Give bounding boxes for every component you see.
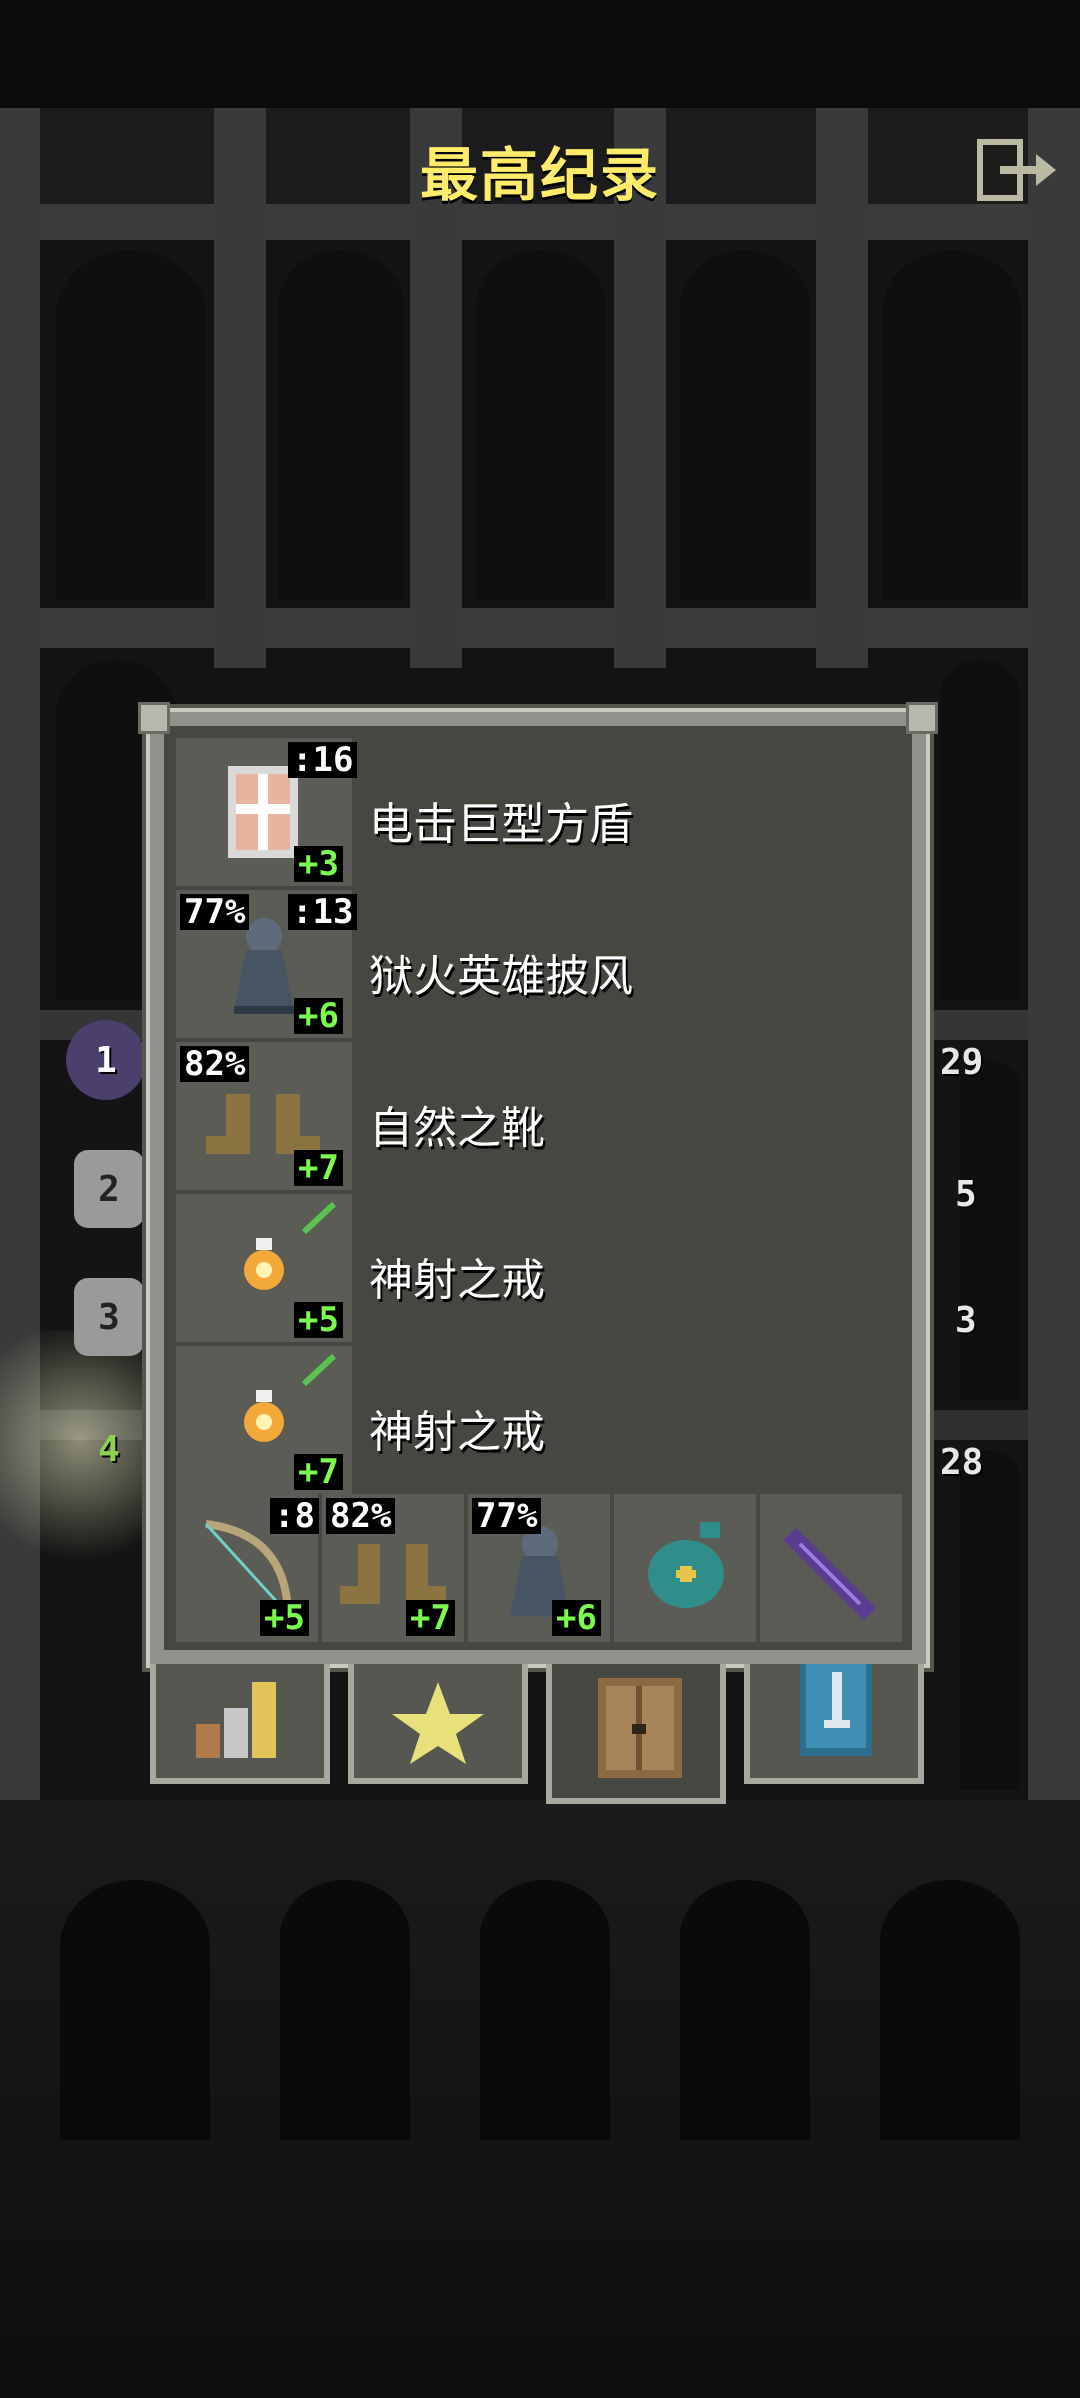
upgrade-level: +7 [406, 1600, 455, 1636]
star-icon [392, 1682, 484, 1764]
item-name: 神射之戒 [369, 1255, 545, 1306]
upgrade-level: +6 [294, 998, 343, 1034]
strength-req: :8 [270, 1498, 319, 1534]
identify-progress: 82% [180, 1046, 250, 1082]
item-row-1[interactable]: :16 +3 电击巨型方盾 [176, 738, 912, 888]
rank-badge-3[interactable]: 3 [74, 1278, 144, 1356]
item-row-3[interactable]: 82% +7 自然之靴 [176, 1042, 912, 1192]
item-row-2[interactable]: 77% :13 +6 狱火英雄披风 [176, 890, 912, 1040]
right-badge-3: 3 [955, 1300, 977, 1341]
items-tab[interactable] [546, 1664, 726, 1804]
item-slot[interactable]: +5 [176, 1194, 352, 1342]
identify-progress: 82% [326, 1498, 396, 1534]
strength-req: :16 [288, 742, 358, 778]
backpack-icon [598, 1678, 682, 1778]
badges-tab[interactable] [348, 1664, 528, 1784]
quickslot-2[interactable]: 82% +7 [322, 1494, 464, 1642]
seed-pouch-icon [648, 1522, 724, 1608]
exit-button[interactable] [976, 138, 1060, 202]
item-name: 狱火英雄披风 [369, 951, 633, 1002]
upgrade-level: +3 [294, 846, 343, 882]
bar-chart-icon [196, 1682, 276, 1758]
quickslot-bar: :8 +5 82% +7 77% +6 [176, 1494, 904, 1642]
page-title: 最高纪录 [419, 141, 660, 209]
rank-badge-1[interactable]: 1 [66, 1020, 146, 1100]
item-name: 自然之靴 [369, 1103, 545, 1154]
item-slot[interactable]: +7 [176, 1346, 352, 1494]
upgrade-level: +7 [294, 1454, 343, 1490]
quickslot-4[interactable] [614, 1494, 756, 1642]
quickslot-5[interactable] [760, 1494, 902, 1642]
strength-req: :13 [288, 894, 358, 930]
item-slot[interactable]: 82% +7 [176, 1042, 352, 1190]
upgrade-level: +5 [294, 1302, 343, 1338]
upgrade-level: +7 [294, 1150, 343, 1186]
quickslot-3[interactable]: 77% +6 [468, 1494, 610, 1642]
item-slot[interactable]: 77% :13 +6 [176, 890, 358, 1038]
item-name: 电击巨型方盾 [369, 799, 633, 850]
item-row-5[interactable]: +7 神射之戒 [176, 1346, 912, 1496]
stats-tab[interactable] [150, 1664, 330, 1784]
item-row-4[interactable]: +5 神射之戒 [176, 1194, 912, 1344]
item-name: 神射之戒 [369, 1407, 545, 1458]
right-badge-1: 29 [940, 1042, 984, 1083]
identify-progress: 77% [180, 894, 250, 930]
class-tab[interactable] [744, 1664, 924, 1784]
identify-progress: 77% [472, 1498, 542, 1534]
sword-banner-icon [800, 1664, 872, 1756]
right-badge-4: 28 [940, 1442, 984, 1483]
quickslot-1[interactable]: :8 +5 [176, 1494, 319, 1642]
wand-icon [783, 1527, 877, 1621]
item-slot[interactable]: :16 +3 [176, 738, 358, 886]
rank-badge-2[interactable]: 2 [74, 1150, 144, 1228]
exit-icon [977, 139, 1056, 201]
right-badge-2: 5 [955, 1174, 977, 1215]
rank-badge-4[interactable]: 4 [74, 1410, 144, 1488]
upgrade-level: +5 [260, 1600, 309, 1636]
upgrade-level: +6 [552, 1600, 601, 1636]
